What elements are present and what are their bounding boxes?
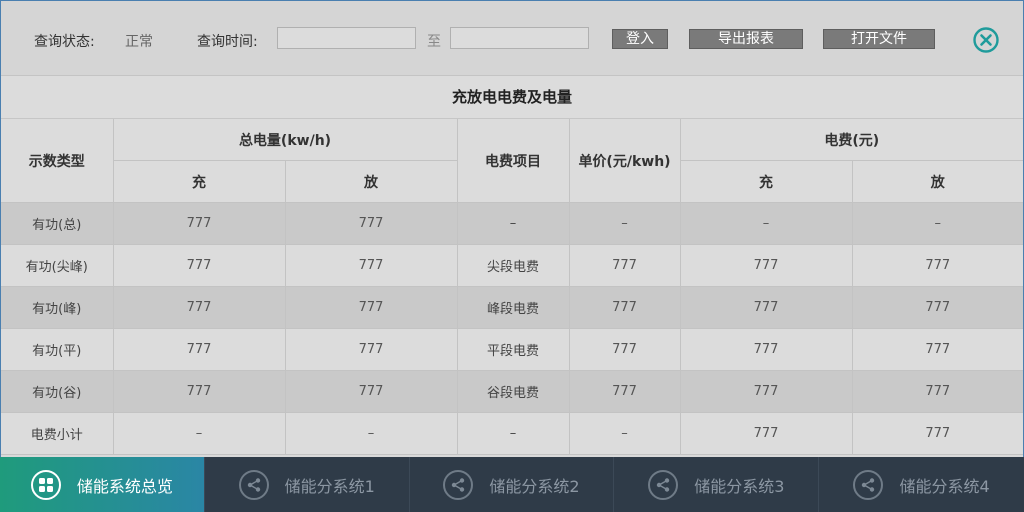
fee-energy-table: 示数类型 总电量(kw/h) 电费项目 单价(元/kwh) 电费(元) 充 放 …: [1, 119, 1024, 455]
nav-item-label: 储能分系统1: [284, 476, 375, 496]
status-label: 查询状态:: [34, 34, 95, 50]
end-time-input[interactable]: [450, 27, 589, 49]
header-total-energy: 总电量(kw/h): [113, 119, 458, 161]
table-row: 有功(总) 777 777– – – –: [1, 202, 1024, 245]
row-unit-price: –: [569, 412, 681, 455]
row-type: 有功(总): [1, 202, 114, 245]
table-row: 有功(谷) 777 777 谷段电费 777 777 777: [1, 370, 1024, 413]
row-fee-item: –: [457, 412, 570, 455]
nav-item-2[interactable]: 储能分系统1: [205, 457, 410, 512]
table-row: 有功(平) 777 777 平段电费 777 777 777: [1, 328, 1024, 371]
row-energy-discharge: –: [285, 412, 458, 455]
row-type: 有功(峰): [1, 286, 114, 329]
row-energy-discharge: 777: [285, 328, 458, 371]
table-title: 充放电电费及电量: [1, 76, 1023, 119]
header-fee-charge: 充: [680, 160, 853, 203]
grid-icon: [30, 469, 61, 500]
row-unit-price: 777: [569, 244, 681, 287]
row-fee-discharge: 777: [852, 244, 1024, 287]
header-fee-item: 电费项目: [457, 119, 570, 203]
status-value: 正常: [125, 34, 153, 50]
start-time-input[interactable]: [277, 27, 416, 49]
nav-item-4[interactable]: 储能分系统3: [614, 457, 820, 512]
row-fee-discharge: –: [852, 202, 1024, 245]
table-row: 有功(峰) 777 777 峰段电费 777 777 777: [1, 286, 1024, 329]
row-energy-discharge: 777: [285, 244, 458, 287]
row-fee-discharge: 777: [852, 286, 1024, 329]
row-energy-charge: 777: [113, 370, 286, 413]
row-fee-charge: –: [680, 202, 853, 245]
table-row: 有功(尖峰) 777 777 尖段电费 777 777 777: [1, 244, 1024, 287]
row-fee-item: 谷段电费: [457, 370, 570, 413]
row-fee-item: 峰段电费: [457, 286, 570, 329]
share-icon: [853, 469, 884, 500]
row-energy-discharge: 777: [285, 202, 458, 245]
row-energy-charge: 777: [113, 286, 286, 329]
row-type: 有功(谷): [1, 370, 114, 413]
row-unit-price: 777: [569, 286, 681, 329]
close-button[interactable]: [971, 25, 1001, 55]
row-fee-charge: 777: [680, 412, 853, 455]
row-energy-charge: –: [113, 412, 286, 455]
query-toolbar: 查询状态: 正常 查询时间: 至 登入 导出报表 打开文件: [1, 1, 1023, 76]
share-icon: [238, 469, 269, 500]
row-fee-item: –: [457, 202, 570, 245]
row-fee-charge: 777: [680, 244, 853, 287]
row-type: 电费小计: [1, 412, 114, 455]
header-fee-discharge: 放: [852, 160, 1024, 203]
header-fee: 电费(元): [680, 119, 1024, 161]
time-label: 查询时间:: [197, 34, 258, 50]
row-fee-discharge: 777: [852, 328, 1024, 371]
header-energy-charge: 充: [113, 160, 286, 203]
export-report-button[interactable]: 导出报表: [689, 29, 803, 49]
share-icon: [443, 469, 474, 500]
row-energy-charge: 777: [113, 244, 286, 287]
login-button[interactable]: 登入: [612, 29, 668, 49]
row-type: 有功(尖峰): [1, 244, 114, 287]
nav-item-5[interactable]: 储能分系统4: [819, 457, 1024, 512]
row-fee-item: 平段电费: [457, 328, 570, 371]
row-energy-charge: 777: [113, 328, 286, 371]
row-fee-charge: 777: [680, 328, 853, 371]
bottom-nav: 储能系统总览 储能分系统1 储能分系统2 储能分系统3 储能分系统4: [0, 457, 1024, 512]
nav-item-1[interactable]: 储能系统总览: [0, 457, 205, 512]
header-energy-discharge: 放: [285, 160, 458, 203]
row-fee-item: 尖段电费: [457, 244, 570, 287]
row-unit-price: 777: [569, 328, 681, 371]
close-circle-icon: [973, 27, 999, 53]
row-fee-charge: 777: [680, 370, 853, 413]
nav-item-label: 储能分系统3: [694, 476, 785, 496]
row-fee-discharge: 777: [852, 370, 1024, 413]
table-row: 电费小计 – – – –777 777: [1, 412, 1024, 455]
header-type: 示数类型: [1, 119, 114, 203]
row-energy-discharge: 777: [285, 286, 458, 329]
nav-item-label: 储能分系统4: [899, 476, 990, 496]
row-fee-charge: 777: [680, 286, 853, 329]
row-energy-discharge: 777: [285, 370, 458, 413]
share-icon: [648, 469, 679, 500]
nav-item-label: 储能系统总览: [76, 476, 173, 496]
row-fee-discharge: 777: [852, 412, 1024, 455]
row-energy-charge: 777: [113, 202, 286, 245]
row-unit-price: 777: [569, 370, 681, 413]
row-type: 有功(平): [1, 328, 114, 371]
row-unit-price: –: [569, 202, 681, 245]
header-unit-price: 单价(元/kwh): [569, 119, 681, 203]
open-file-button[interactable]: 打开文件: [823, 29, 935, 49]
range-separator: 至: [427, 34, 441, 50]
nav-item-label: 储能分系统2: [489, 476, 580, 496]
nav-item-3[interactable]: 储能分系统2: [410, 457, 615, 512]
